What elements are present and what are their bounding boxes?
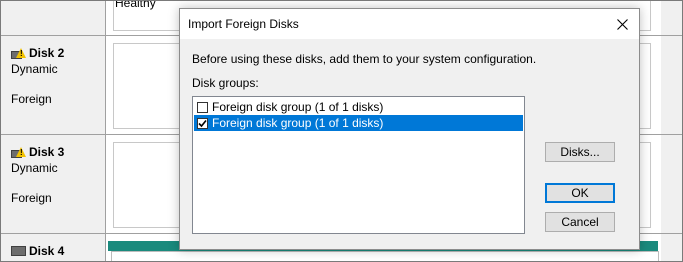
dialog-titlebar[interactable]: Import Foreign Disks bbox=[180, 9, 639, 39]
disk-groups-label: Disk groups: bbox=[192, 76, 259, 90]
checkbox-unchecked[interactable] bbox=[197, 101, 208, 113]
disk-info-column bbox=[1, 1, 105, 261]
list-item-label: Foreign disk group (1 of 1 disks) bbox=[212, 100, 384, 114]
checkmark-icon bbox=[198, 119, 207, 127]
disk-2-info[interactable]: ! Disk 2 Dynamic Foreign bbox=[11, 45, 103, 107]
disk-status: Foreign bbox=[11, 191, 52, 205]
checkbox-checked[interactable] bbox=[197, 117, 208, 129]
import-foreign-disks-dialog: Import Foreign Disks Before using these … bbox=[179, 8, 640, 250]
disk-icon bbox=[11, 246, 26, 256]
disk-type: Dynamic bbox=[11, 161, 58, 175]
list-item[interactable]: Foreign disk group (1 of 1 disks) bbox=[194, 99, 523, 115]
disks-button[interactable]: Disks... bbox=[545, 142, 615, 162]
healthy-status-text: Healthy bbox=[115, 0, 156, 10]
partition-box-disk4[interactable] bbox=[111, 251, 659, 261]
disk-warning-icon: ! bbox=[11, 47, 26, 59]
close-button[interactable] bbox=[611, 13, 633, 35]
disk-3-info[interactable]: ! Disk 3 Dynamic Foreign bbox=[11, 144, 103, 206]
disk-warning-icon: ! bbox=[11, 146, 26, 158]
cancel-button[interactable]: Cancel bbox=[545, 212, 615, 232]
column-divider bbox=[105, 1, 106, 261]
disk-4-info[interactable]: Disk 4 bbox=[11, 243, 103, 259]
disk-status: Foreign bbox=[11, 92, 52, 106]
instruction-text: Before using these disks, add them to yo… bbox=[192, 52, 537, 66]
close-icon bbox=[616, 18, 628, 30]
list-item-selected[interactable]: Foreign disk group (1 of 1 disks) bbox=[194, 115, 523, 131]
ok-button[interactable]: OK bbox=[545, 183, 615, 203]
list-item-label: Foreign disk group (1 of 1 disks) bbox=[212, 116, 384, 130]
disk-groups-list[interactable]: Foreign disk group (1 of 1 disks) Foreig… bbox=[192, 96, 525, 234]
disk-type: Dynamic bbox=[11, 62, 58, 76]
disk-title: Disk 2 bbox=[29, 46, 65, 60]
disk-title: Disk 4 bbox=[29, 244, 65, 258]
vertical-scrollbar[interactable] bbox=[661, 1, 682, 261]
disk-title: Disk 3 bbox=[29, 145, 65, 159]
dialog-title: Import Foreign Disks bbox=[188, 17, 299, 31]
